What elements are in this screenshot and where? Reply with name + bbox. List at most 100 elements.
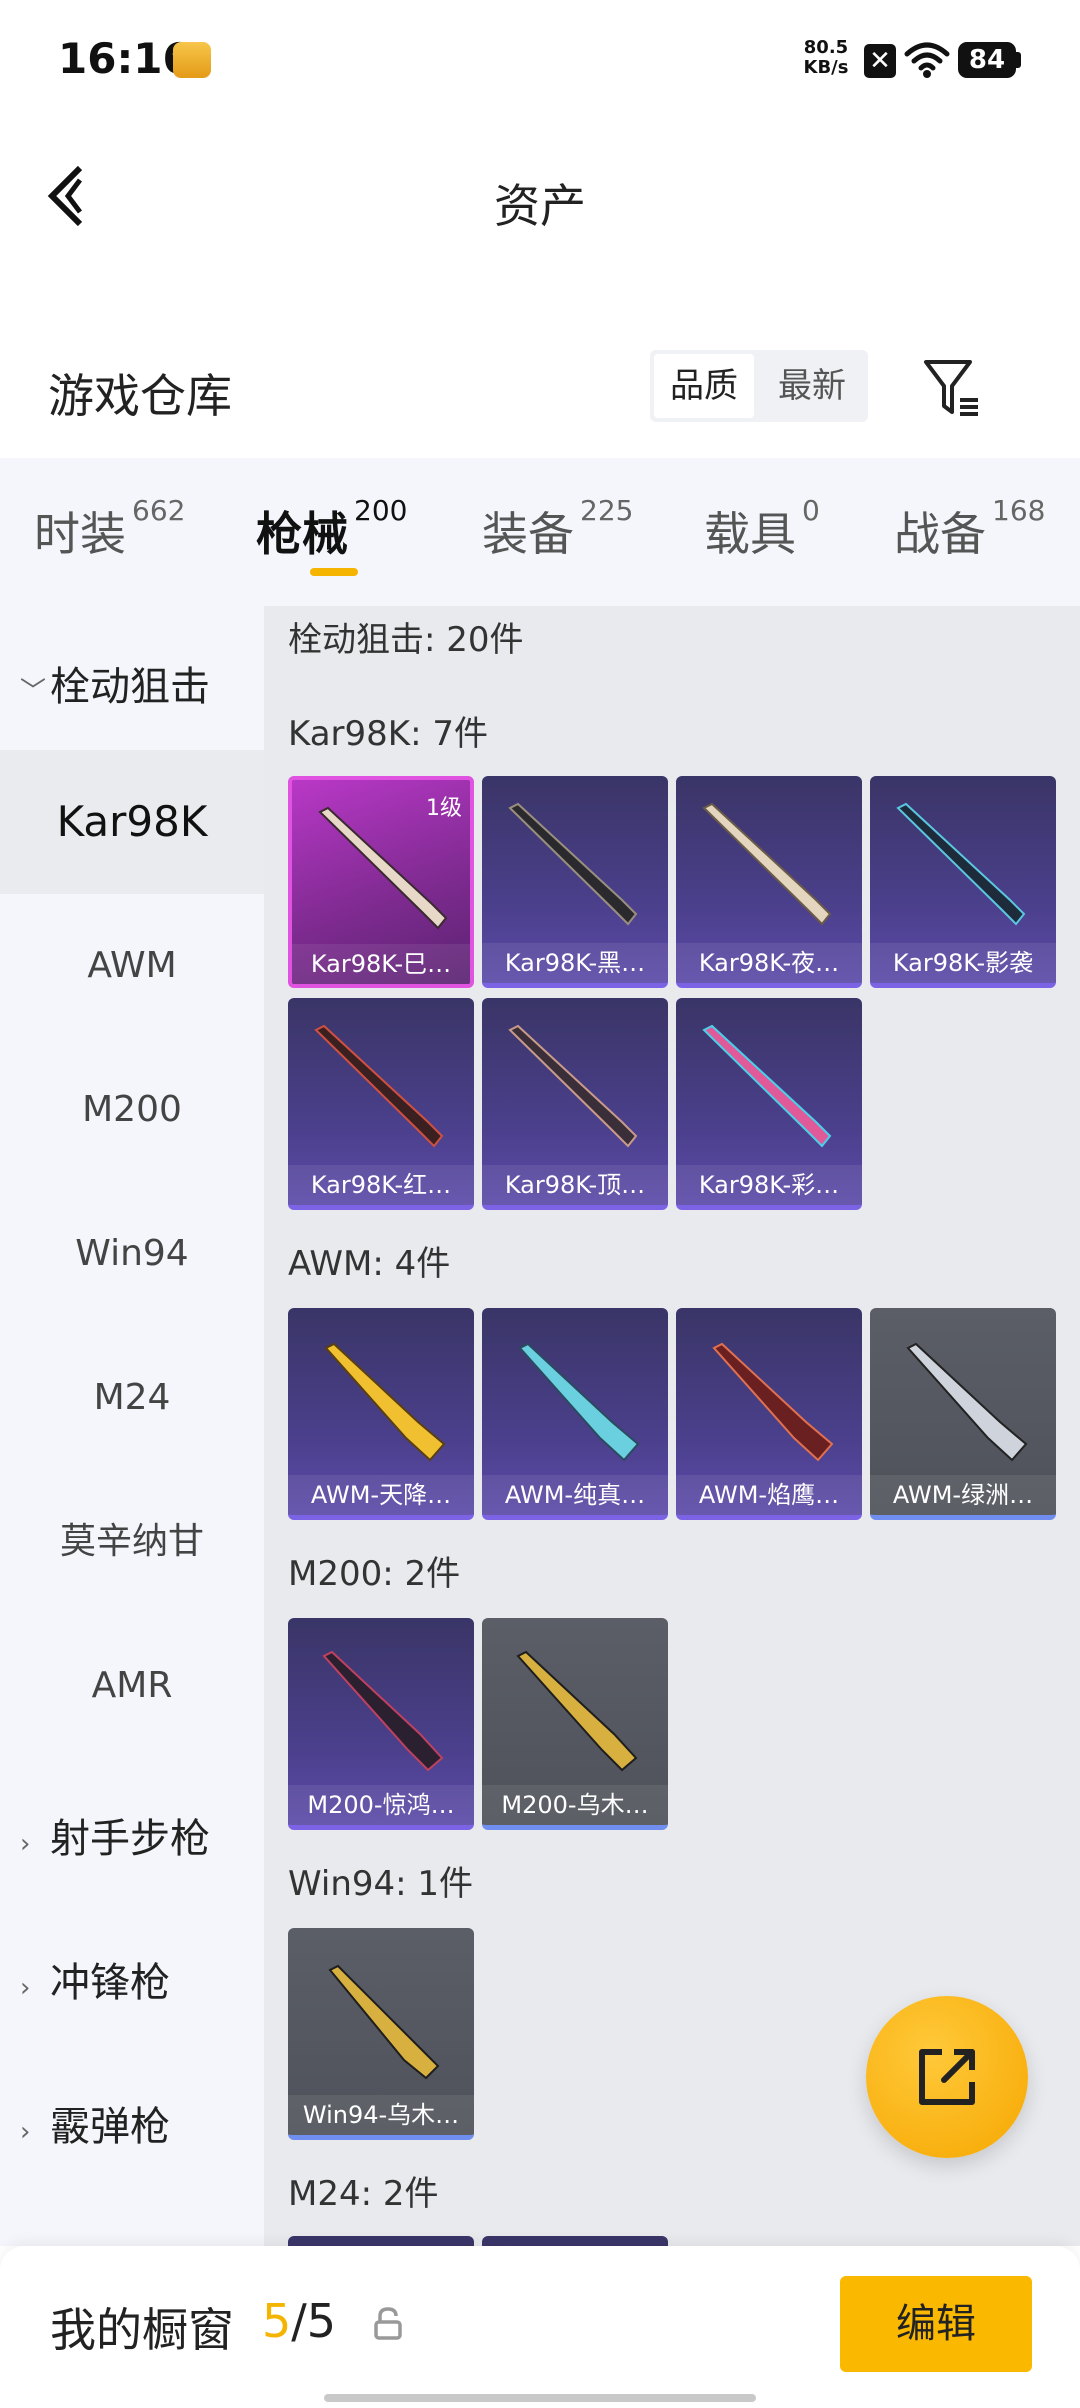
rifle-icon [906, 1342, 1028, 1462]
weapon-level-badge: 1级 [426, 796, 462, 821]
rifle-icon [324, 1342, 446, 1462]
rifle-icon [702, 802, 832, 926]
weapon-card[interactable]: AWM-纯真… [482, 1308, 668, 1520]
tab-label: 载具 [704, 507, 796, 561]
tab-indicator [310, 568, 358, 576]
sidebar-item-win94[interactable]: Win94 [0, 1182, 264, 1326]
chevron-right-icon: › [20, 2117, 31, 2147]
tab-firearms[interactable]: 枪械 200 [256, 494, 407, 564]
section-header-win94: Win94: 1件 [288, 1864, 474, 1904]
weapon-name: AWM-纯真… [482, 1475, 668, 1515]
tab-count: 225 [580, 494, 634, 527]
chevron-right-icon: › [20, 1829, 31, 1859]
rifle-icon [508, 802, 638, 926]
weapon-card[interactable]: M200-惊鸿… [288, 1618, 474, 1830]
weapon-name: M200-乌木… [482, 1785, 668, 1825]
weapon-name: AWM-焰鹰… [676, 1475, 862, 1515]
tab-supplies[interactable]: 战备 168 [894, 494, 1045, 564]
weapon-name: AWM-天降… [288, 1475, 474, 1515]
weapon-type-sidebar: ﹀栓动狙击 Kar98K AWM M200 Win94 M24 莫辛纳甘 AMR… [0, 606, 264, 2246]
rifle-icon [712, 1342, 834, 1462]
sidebar-group-bolt-action[interactable]: ﹀栓动狙击 [20, 654, 210, 712]
weapon-card[interactable]: Kar98K-黑… [482, 776, 668, 988]
sidebar-group-smg[interactable]: › 冲锋枪 [20, 1950, 170, 2008]
section-header-m24: M24: 2件 [288, 2174, 439, 2214]
tab-label: 战备 [894, 507, 986, 561]
tab-equipment[interactable]: 装备 225 [482, 494, 633, 564]
sidebar-group-label: 栓动狙击 [50, 664, 210, 710]
weapon-card[interactable]: Kar98K-夜… [676, 776, 862, 988]
tab-label: 时装 [34, 507, 126, 561]
category-summary: 栓动狙击: 20件 [288, 620, 524, 660]
rifle-icon [702, 1024, 832, 1148]
sidebar-group-label: 冲锋枪 [50, 1960, 170, 2006]
weapon-name: Kar98K-顶… [482, 1165, 668, 1205]
weapon-card[interactable]: AWM-天降… [288, 1308, 474, 1520]
weapon-name: M200-惊鸿… [288, 1785, 474, 1825]
weapon-card[interactable]: Kar98K-影袭 [870, 776, 1056, 988]
weapon-name: Kar98K-巳… [292, 944, 470, 984]
sort-toggle: 品质 最新 [650, 350, 868, 422]
share-button[interactable] [866, 1996, 1028, 2158]
edit-button[interactable]: 编辑 [840, 2276, 1032, 2372]
weapon-card[interactable]: Win94-乌木… [288, 1928, 474, 2140]
weapon-name: Kar98K-彩… [676, 1165, 862, 1205]
weapon-card[interactable] [482, 2236, 668, 2246]
weapon-card[interactable] [288, 2236, 474, 2246]
rifle-icon [322, 1650, 444, 1772]
warehouse-title: 游戏仓库 [48, 369, 232, 423]
sidebar-item-m24[interactable]: M24 [0, 1326, 264, 1470]
sidebar-item-amr[interactable]: AMR [0, 1614, 264, 1758]
chevron-down-icon: ﹀ [20, 677, 47, 707]
sidebar-group-label: 射手步枪 [50, 1816, 210, 1862]
sidebar-group-marksman[interactable]: › 射手步枪 [20, 1806, 210, 1864]
status-bar: 16:16 80.5 KB/s ✕ 84 [0, 0, 1080, 120]
rifle-icon [508, 1024, 638, 1148]
sort-quality-button[interactable]: 品质 [654, 354, 754, 418]
showcase-count-sep: / [291, 2294, 307, 2348]
wifi-icon [904, 42, 950, 78]
tab-vehicles[interactable]: 载具 0 [704, 494, 820, 564]
sidebar-item-m200[interactable]: M200 [0, 1038, 264, 1182]
lock-icon [374, 2307, 402, 2340]
section-header-kar98k: Kar98K: 7件 [288, 714, 488, 754]
filter-icon[interactable] [920, 356, 984, 420]
chevron-right-icon: › [20, 1973, 31, 2003]
tab-count: 662 [132, 494, 186, 527]
battery-tip [1016, 52, 1021, 68]
weapon-name: Kar98K-红… [288, 1165, 474, 1205]
weapon-card[interactable]: AWM-绿洲… [870, 1308, 1056, 1520]
network-speed-unit: KB/s [803, 57, 849, 78]
weapon-card[interactable]: AWM-焰鹰… [676, 1308, 862, 1520]
sort-newest-button[interactable]: 最新 [762, 354, 862, 418]
network-speed: 80.5 KB/s [800, 38, 852, 78]
sidebar-item-awm[interactable]: AWM [0, 894, 264, 1038]
rifle-icon [314, 1024, 444, 1148]
tab-count: 200 [354, 494, 408, 527]
section-header-m200: M200: 2件 [288, 1554, 461, 1594]
rifle-icon [896, 802, 1026, 926]
weapon-name: Kar98K-夜… [676, 943, 862, 983]
section-header-awm: AWM: 4件 [288, 1244, 451, 1284]
showcase-count-current: 5 [262, 2294, 292, 2348]
showcase-count-total: 5 [306, 2294, 337, 2348]
sidebar-item-kar98k[interactable]: Kar98K [0, 750, 264, 894]
weapon-card[interactable]: 1级 Kar98K-巳… [288, 776, 474, 988]
weapon-card[interactable]: Kar98K-彩… [676, 998, 862, 1210]
weapon-card[interactable]: Kar98K-顶… [482, 998, 668, 1210]
app-notification-icon [173, 42, 211, 78]
tab-count: 168 [992, 494, 1046, 527]
weapon-card[interactable]: M200-乌木… [482, 1618, 668, 1830]
rifle-icon [328, 1964, 440, 2080]
weapon-name: AWM-绿洲… [870, 1475, 1056, 1515]
tab-fashion[interactable]: 时装 662 [34, 494, 185, 564]
tab-label: 枪械 [256, 507, 348, 561]
home-indicator [324, 2394, 756, 2402]
weapon-card[interactable]: Kar98K-红… [288, 998, 474, 1210]
showcase-count: 5/5 [262, 2294, 336, 2348]
rifle-icon [516, 1650, 638, 1772]
sidebar-group-shotgun[interactable]: › 霰弹枪 [20, 2094, 170, 2152]
battery-icon: 84 [958, 42, 1016, 78]
page-title: 资产 [494, 179, 586, 233]
sidebar-item-mosin[interactable]: 莫辛纳甘 [0, 1470, 264, 1614]
